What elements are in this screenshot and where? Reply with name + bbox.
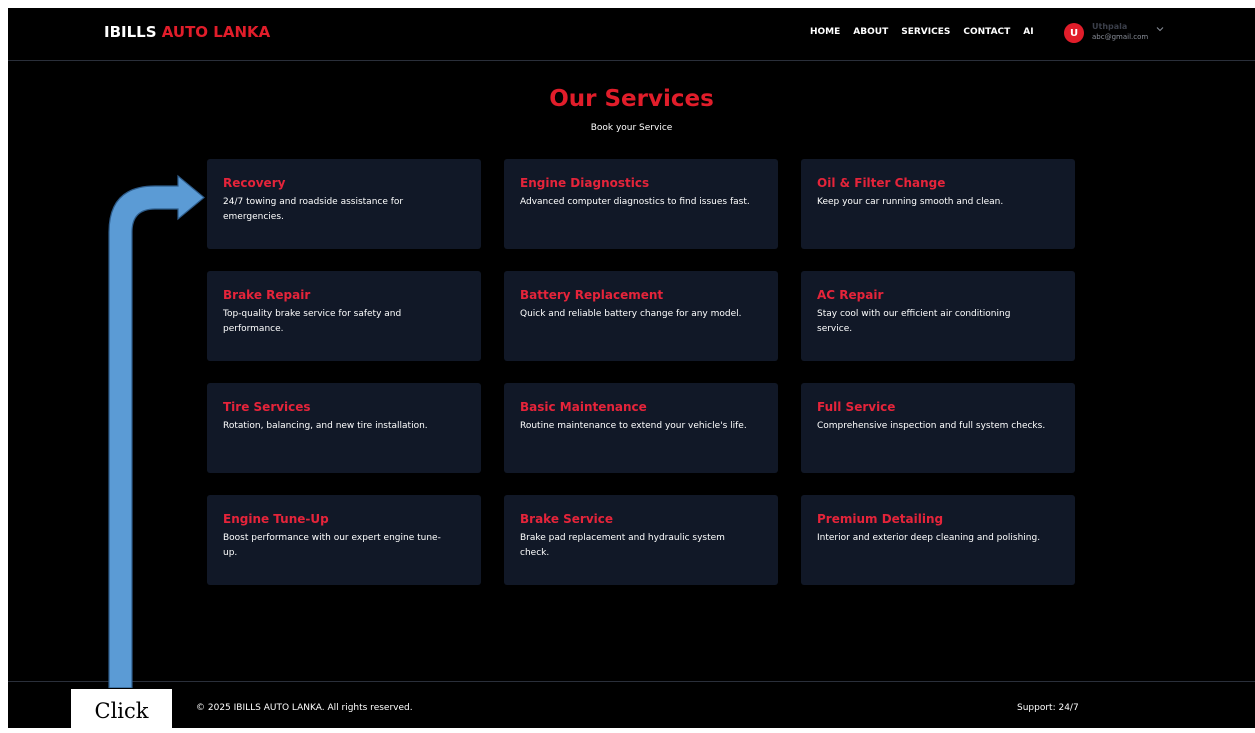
avatar: U <box>1064 23 1084 43</box>
service-description: Keep your car running smooth and clean. <box>817 197 1004 207</box>
service-description: Interior and exterior deep cleaning and … <box>817 533 1041 543</box>
nav-link-about[interactable]: ABOUT <box>853 27 888 37</box>
service-title: Brake Repair <box>223 288 311 302</box>
page-title: Our Services <box>549 86 714 112</box>
user-email: abc@gmail.com <box>1092 33 1149 41</box>
nav-links: HOME ABOUT SERVICES CONTACT AI <box>810 27 1047 37</box>
service-card-ac-repair[interactable]: AC Repair Stay cool with our efficient a… <box>801 271 1075 361</box>
service-card-tire-services[interactable]: Tire Services Rotation, balancing, and n… <box>207 383 481 473</box>
nav-link-ai[interactable]: AI <box>1023 27 1033 37</box>
annotation-click-label: Click <box>70 688 173 728</box>
services-grid: Recovery 24/7 towing and roadside assist… <box>207 159 1076 585</box>
service-description: Routine maintenance to extend your vehic… <box>520 421 747 431</box>
service-description: Quick and reliable battery change for an… <box>520 309 742 319</box>
nav-link-home[interactable]: HOME <box>810 27 840 37</box>
service-description: Advanced computer diagnostics to find is… <box>520 197 750 207</box>
brand-logo[interactable]: IBILLS AUTO LANKA <box>104 23 270 41</box>
service-title: Recovery <box>223 176 286 190</box>
footer-support: Support: 24/7 <box>1017 703 1079 713</box>
navbar: IBILLS AUTO LANKA HOME ABOUT SERVICES CO… <box>8 8 1255 61</box>
service-title: Engine Diagnostics <box>520 176 650 190</box>
service-card-engine-tune-up[interactable]: Engine Tune-Up Boost performance with ou… <box>207 495 481 585</box>
nav-link-contact[interactable]: CONTACT <box>963 27 1010 37</box>
service-card-recovery[interactable]: Recovery 24/7 towing and roadside assist… <box>207 159 481 249</box>
service-description: Brake pad replacement and hydraulic syst… <box>520 533 725 558</box>
page-subtitle: Book your Service <box>590 123 673 133</box>
service-title: Premium Detailing <box>817 512 944 526</box>
app-window: IBILLS AUTO LANKA HOME ABOUT SERVICES CO… <box>8 8 1255 728</box>
service-card-brake-repair[interactable]: Brake Repair Top-quality brake service f… <box>207 271 481 361</box>
service-description: Boost performance with our expert engine… <box>223 533 441 558</box>
service-card-oil-filter-change[interactable]: Oil & Filter Change Keep your car runnin… <box>801 159 1075 249</box>
user-name: Uthpala <box>1092 22 1128 31</box>
nav-link-services[interactable]: SERVICES <box>901 27 950 37</box>
brand-name-accent: AUTO LANKA <box>161 23 271 41</box>
service-description: Top-quality brake service for safety and… <box>223 309 402 334</box>
service-title: Battery Replacement <box>520 288 664 302</box>
service-card-engine-diagnostics[interactable]: Engine Diagnostics Advanced computer dia… <box>504 159 778 249</box>
service-card-full-service[interactable]: Full Service Comprehensive inspection an… <box>801 383 1075 473</box>
service-description: 24/7 towing and roadside assistance for … <box>223 197 404 222</box>
service-card-battery-replacement[interactable]: Battery Replacement Quick and reliable b… <box>504 271 778 361</box>
footer: © 2025 IBILLS AUTO LANKA. All rights res… <box>8 681 1255 728</box>
service-title: Brake Service <box>520 512 614 526</box>
service-description: Rotation, balancing, and new tire instal… <box>223 421 428 431</box>
user-menu[interactable]: U Uthpala abc@gmail.com <box>1064 22 1164 43</box>
service-title: AC Repair <box>817 288 884 302</box>
service-title: Tire Services <box>223 400 311 414</box>
service-card-premium-detailing[interactable]: Premium Detailing Interior and exterior … <box>801 495 1075 585</box>
service-card-basic-maintenance[interactable]: Basic Maintenance Routine maintenance to… <box>504 383 778 473</box>
footer-copyright: © 2025 IBILLS AUTO LANKA. All rights res… <box>196 703 413 713</box>
service-title: Engine Tune-Up <box>223 512 329 526</box>
service-title: Basic Maintenance <box>520 400 647 414</box>
service-description: Stay cool with our efficient air conditi… <box>817 309 1011 334</box>
service-title: Full Service <box>817 400 896 414</box>
brand-name-primary: IBILLS <box>104 23 157 41</box>
service-description: Comprehensive inspection and full system… <box>817 421 1046 431</box>
user-info: Uthpala abc@gmail.com <box>1092 22 1148 42</box>
chevron-down-icon[interactable] <box>1156 25 1164 33</box>
service-card-brake-service[interactable]: Brake Service Brake pad replacement and … <box>504 495 778 585</box>
service-title: Oil & Filter Change <box>817 176 946 190</box>
